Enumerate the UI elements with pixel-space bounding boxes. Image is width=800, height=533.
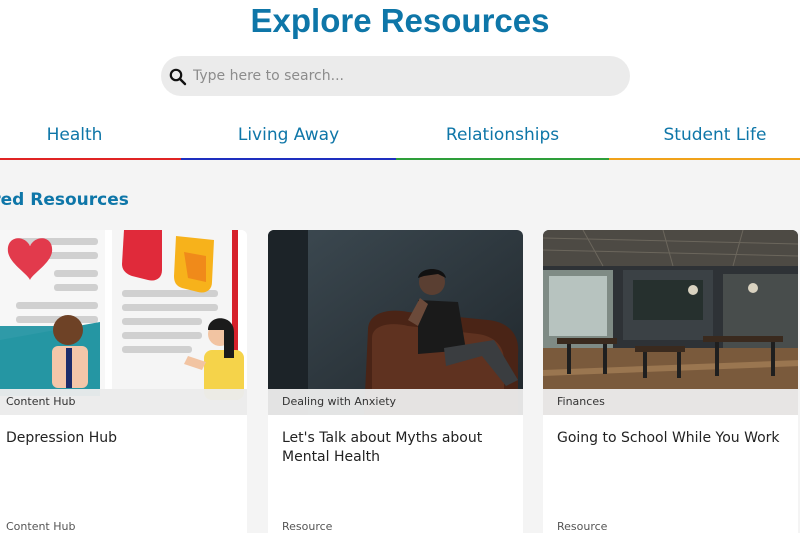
tab-underline — [396, 158, 609, 160]
resource-card[interactable]: Finances Going to School While You Work … — [543, 230, 798, 533]
card-category-tag: Content Hub — [0, 389, 247, 415]
card-title[interactable]: Going to School While You Work — [557, 429, 787, 448]
card-title[interactable]: Depression Hub — [6, 429, 236, 448]
card-type-label: Content Hub — [6, 520, 76, 533]
card-title[interactable]: Let's Talk about Myths about Mental Heal… — [282, 429, 512, 467]
search-icon — [169, 68, 187, 86]
header-area: Explore Resources Health Living Away Rel… — [0, 0, 800, 160]
tab-label: Living Away — [237, 125, 340, 145]
tab-living-away[interactable]: Living Away — [181, 118, 396, 160]
tab-underline — [0, 158, 181, 160]
search-input[interactable] — [193, 56, 613, 96]
tab-underline — [609, 158, 800, 160]
featured-resources-heading: tured Resources — [0, 190, 129, 210]
card-category-tag: Dealing with Anxiety — [268, 389, 523, 415]
tab-student-life[interactable]: Student Life — [609, 118, 800, 160]
tab-health[interactable]: Health — [0, 118, 181, 160]
tab-relationships[interactable]: Relationships — [396, 118, 609, 160]
card-type-label: Resource — [282, 520, 333, 533]
search-bar[interactable] — [161, 56, 630, 96]
resource-card[interactable]: Dealing with Anxiety Let's Talk about My… — [268, 230, 523, 533]
card-category-tag: Finances — [543, 389, 798, 415]
tab-label: Relationships — [445, 125, 560, 145]
tab-label: Health — [46, 125, 103, 145]
resource-card[interactable]: Content Hub Depression Hub Content Hub — [0, 230, 247, 533]
category-tabs: Health Living Away Relationships Student… — [0, 118, 800, 160]
card-illustration — [0, 230, 247, 415]
card-type-label: Resource — [557, 520, 608, 533]
tab-label: Student Life — [663, 125, 767, 145]
card-photo — [543, 230, 798, 415]
tab-underline — [181, 158, 396, 160]
card-photo — [268, 230, 523, 415]
page-title: Explore Resources — [250, 2, 550, 39]
